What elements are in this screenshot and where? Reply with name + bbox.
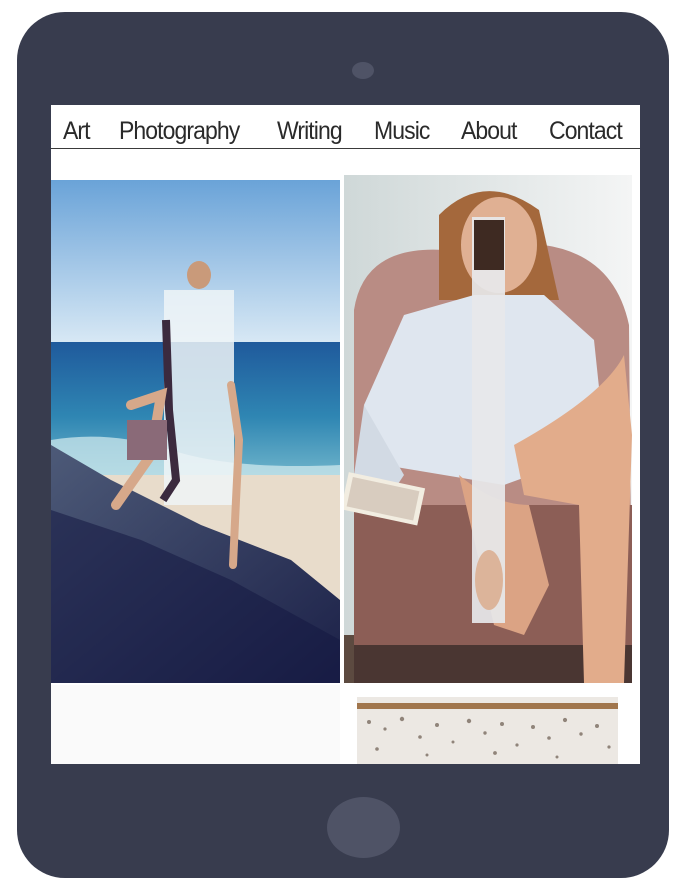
armchair-collage-image: [344, 175, 632, 683]
home-button[interactable]: [327, 797, 400, 858]
gallery-tile-beach[interactable]: [51, 180, 340, 683]
gallery-tile-lower-right[interactable]: [357, 697, 618, 764]
nav-item-art[interactable]: Art: [63, 117, 91, 148]
camera-icon: [352, 62, 374, 79]
gallery-tile-armchair[interactable]: [344, 175, 632, 683]
nav-item-contact[interactable]: Contact: [549, 117, 623, 148]
main-nav: Art Photography Writing Music About Cont…: [51, 105, 640, 149]
website-screen: Art Photography Writing Music About Cont…: [51, 105, 640, 764]
nav-item-music[interactable]: Music: [374, 117, 430, 148]
beach-collage-image: [51, 180, 340, 683]
nav-item-writing[interactable]: Writing: [277, 117, 343, 148]
nav-item-about[interactable]: About: [461, 117, 517, 148]
textured-artwork-image: [357, 697, 618, 764]
gallery-tile-lower-left[interactable]: [51, 685, 340, 764]
nav-item-photography[interactable]: Photography: [119, 117, 240, 148]
